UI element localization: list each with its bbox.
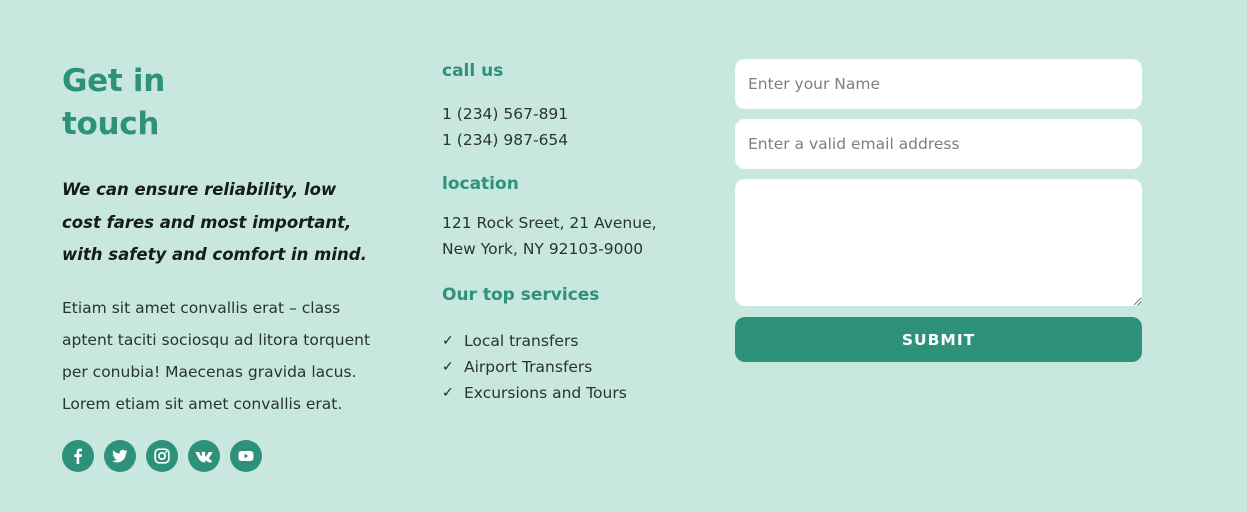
intro-column: Get in touch We can ensure reliability, … <box>62 60 392 420</box>
services-heading: Our top services <box>442 285 600 305</box>
list-item: ✓ Airport Transfers <box>442 354 702 380</box>
check-icon: ✓ <box>442 385 454 401</box>
service-label: Local transfers <box>464 332 579 350</box>
contact-details-column: call us 1 (234) 567-891 1 (234) 987-654 … <box>442 59 702 406</box>
location-section: location 121 Rock Sreet, 21 Avenue, New … <box>442 172 702 262</box>
check-icon: ✓ <box>442 359 454 375</box>
services-list: ✓ Local transfers ✓ Airport Transfers ✓ … <box>442 328 702 406</box>
name-field[interactable] <box>735 59 1142 109</box>
email-field[interactable] <box>735 119 1142 169</box>
vk-icon[interactable] <box>188 440 220 472</box>
contact-form: SUBMIT <box>735 59 1142 362</box>
check-icon: ✓ <box>442 333 454 349</box>
facebook-icon[interactable] <box>62 440 94 472</box>
title-line-2: touch <box>62 106 160 142</box>
twitter-icon[interactable] <box>104 440 136 472</box>
phone-number: 1 (234) 567-891 <box>442 105 569 123</box>
call-us-heading: call us <box>442 61 504 81</box>
service-label: Excursions and Tours <box>464 384 627 402</box>
title-line-1: Get in <box>62 63 165 99</box>
list-item: ✓ Excursions and Tours <box>442 380 702 406</box>
service-label: Airport Transfers <box>464 358 593 376</box>
social-links <box>62 440 262 472</box>
tagline: We can ensure reliability, low cost fare… <box>62 180 367 264</box>
address-line: New York, NY 92103-9000 <box>442 240 644 258</box>
phone-number: 1 (234) 987-654 <box>442 131 569 149</box>
address-line: 121 Rock Sreet, 21 Avenue, <box>442 214 657 232</box>
youtube-icon[interactable] <box>230 440 262 472</box>
contact-section: Get in touch We can ensure reliability, … <box>0 0 1247 512</box>
section-title: Get in touch <box>62 60 392 146</box>
submit-button[interactable]: SUBMIT <box>735 317 1142 362</box>
location-heading: location <box>442 174 519 194</box>
intro-paragraph: Etiam sit amet convallis erat – class ap… <box>62 298 371 413</box>
call-us-section: call us 1 (234) 567-891 1 (234) 987-654 <box>442 59 702 153</box>
instagram-icon[interactable] <box>146 440 178 472</box>
message-field[interactable] <box>735 179 1142 306</box>
list-item: ✓ Local transfers <box>442 328 702 354</box>
services-section: Our top services ✓ Local transfers ✓ Air… <box>442 283 702 406</box>
